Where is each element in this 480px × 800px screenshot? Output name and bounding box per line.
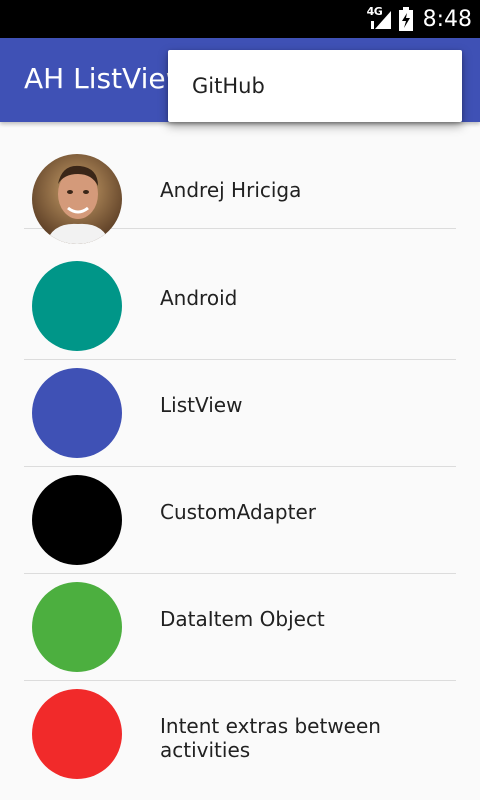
list-item[interactable]: DataItem Object bbox=[24, 574, 456, 681]
avatar-circle bbox=[32, 689, 122, 779]
cell-signal-icon: 4G bbox=[366, 5, 393, 31]
list-item[interactable]: ListView bbox=[24, 360, 456, 467]
avatar-circle bbox=[32, 475, 122, 565]
status-icons: 4G 8:48 bbox=[367, 0, 472, 38]
list-item-label: Intent extras between activities bbox=[160, 714, 381, 762]
avatar-circle bbox=[32, 261, 122, 351]
avatar-photo bbox=[32, 154, 122, 244]
list-item[interactable]: Android bbox=[24, 253, 456, 360]
list-item[interactable]: Andrej Hriciga bbox=[24, 122, 456, 244]
avatar-circle bbox=[32, 582, 122, 672]
status-bar: 4G 8:48 bbox=[0, 0, 480, 38]
list-item[interactable]: CustomAdapter bbox=[24, 467, 456, 574]
list-item-label: ListView bbox=[160, 393, 243, 417]
status-clock: 8:48 bbox=[422, 6, 472, 32]
list-item-label: Andrej Hriciga bbox=[160, 178, 302, 202]
battery-charging-icon bbox=[398, 7, 413, 31]
network-type-label: 4G bbox=[366, 5, 383, 18]
app-title: AH ListView bbox=[24, 62, 189, 95]
list-item-label: DataItem Object bbox=[160, 607, 325, 631]
overflow-menu: GitHub bbox=[168, 50, 462, 122]
list-item[interactable]: Intent extras between activities bbox=[24, 681, 456, 800]
list-item-label: CustomAdapter bbox=[160, 500, 316, 524]
list-item-label: Android bbox=[160, 286, 238, 310]
menu-item-github[interactable]: GitHub bbox=[168, 50, 462, 122]
avatar-circle bbox=[32, 368, 122, 458]
